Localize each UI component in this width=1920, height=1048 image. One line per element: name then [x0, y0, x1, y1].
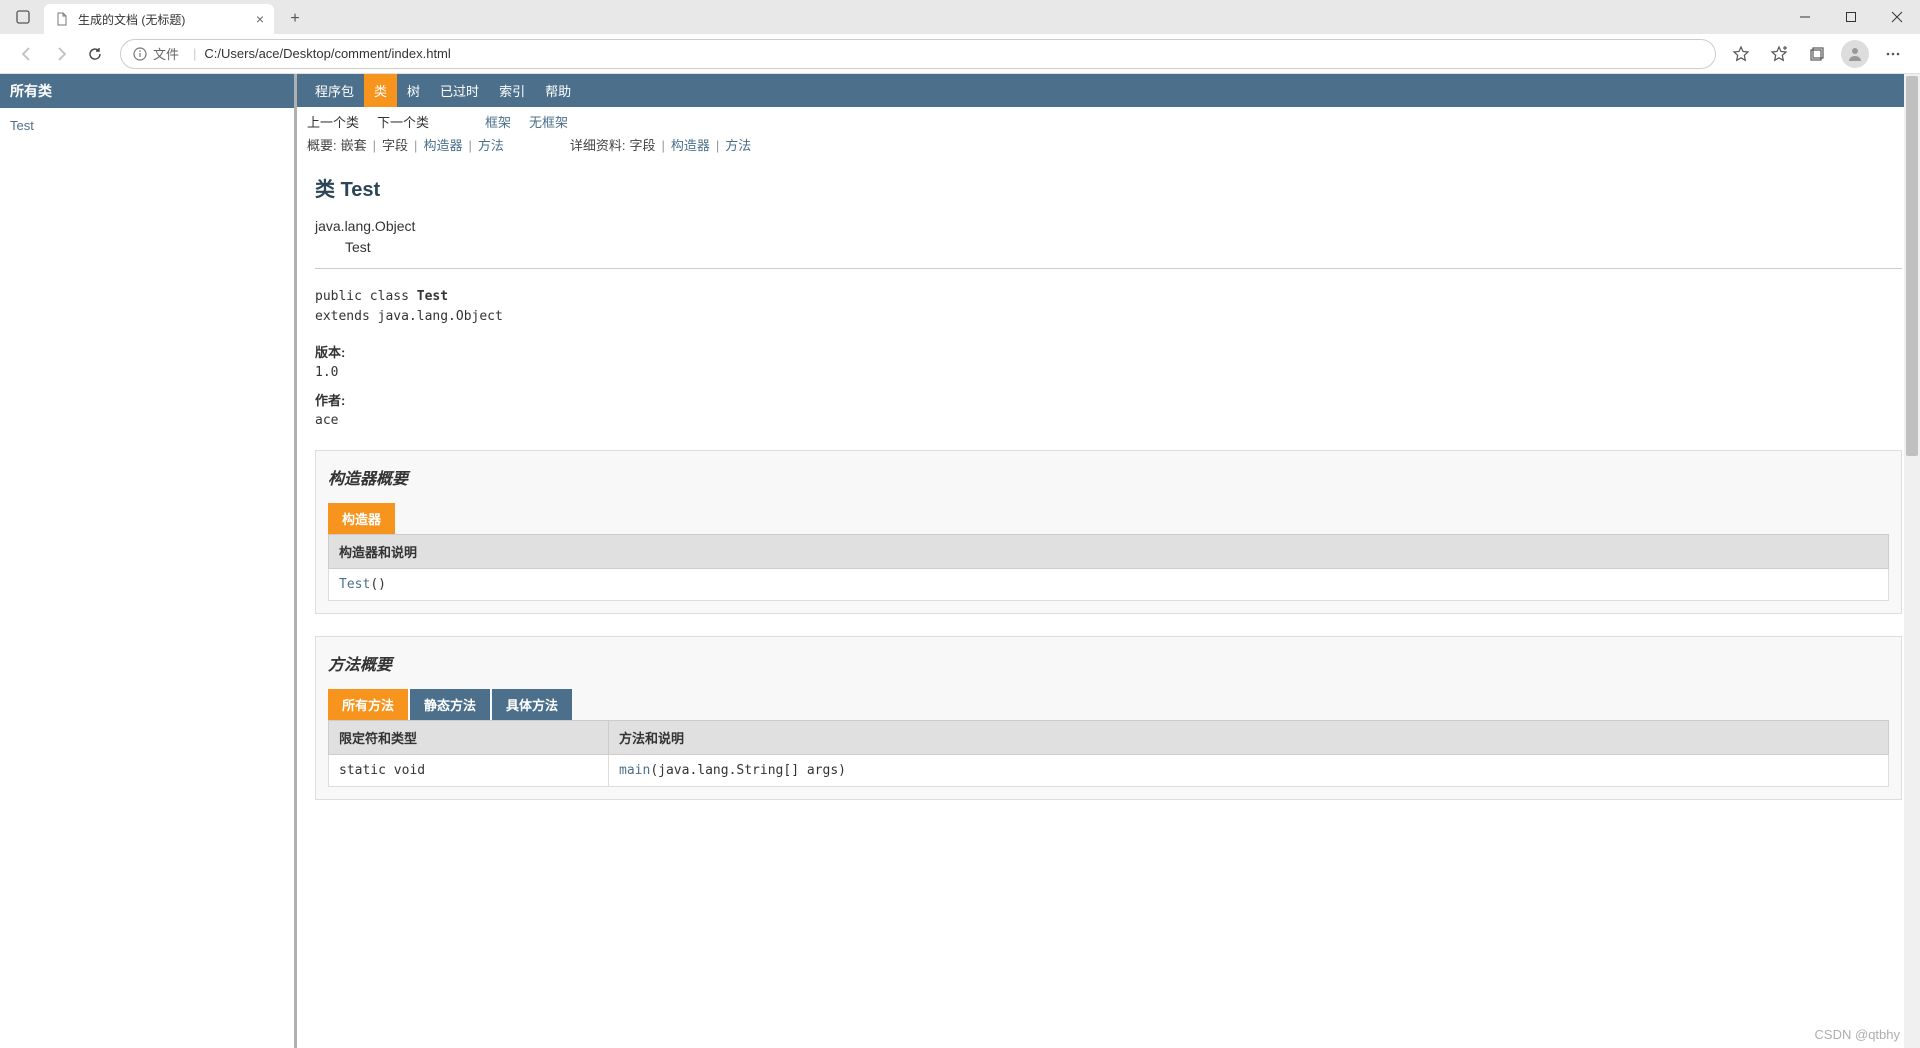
- all-classes-header: 所有类: [0, 74, 294, 108]
- detail-label: 详细资料:: [570, 135, 626, 154]
- class-heading: 类 Test: [315, 173, 1902, 202]
- next-class: 下一个类: [377, 112, 429, 131]
- detail-field: 字段: [629, 135, 655, 154]
- maximize-button[interactable]: [1828, 0, 1874, 34]
- method-tab-concrete[interactable]: 具体方法: [492, 689, 572, 720]
- summary-constr-link[interactable]: 构造器: [423, 135, 462, 154]
- sub-nav: 上一个类 下一个类 框架 无框架 概要: 嵌套| 字段| 构造器| 方法: [297, 107, 1920, 161]
- inheritance-self: Test: [315, 237, 1902, 258]
- constructor-summary-title: 构造器概要: [328, 465, 1889, 489]
- tab-title: 生成的文档 (无标题): [78, 11, 185, 28]
- table-row: Test(): [329, 569, 1889, 601]
- summary-nested: 嵌套: [341, 135, 367, 154]
- summary-field: 字段: [382, 135, 408, 154]
- prev-class: 上一个类: [307, 112, 359, 131]
- nav-index[interactable]: 索引: [489, 74, 535, 107]
- inheritance-parent: java.lang.Object: [315, 216, 1902, 237]
- constructor-summary: 构造器概要 构造器 构造器和说明 Test(): [315, 450, 1902, 614]
- address-bar: 文件 | C:/Users/ace/Desktop/comment/index.…: [0, 34, 1920, 74]
- site-info-icon[interactable]: [133, 47, 147, 61]
- constructor-table: 构造器和说明 Test(): [328, 534, 1889, 601]
- method-tab-static[interactable]: 静态方法: [410, 689, 490, 720]
- tab-strip: 生成的文档 (无标题) × +: [0, 0, 1920, 34]
- inheritance-tree: java.lang.Object Test: [315, 216, 1902, 258]
- new-tab-button[interactable]: +: [280, 4, 310, 34]
- back-button[interactable]: [10, 37, 44, 71]
- method-summary: 方法概要 所有方法 静态方法 具体方法 限定符和类型 方法和说明 static …: [315, 636, 1902, 800]
- version-label: 版本:: [315, 342, 1902, 361]
- tab-actions-button[interactable]: [6, 0, 40, 34]
- window-controls: [1782, 0, 1920, 34]
- reload-button[interactable]: [78, 37, 112, 71]
- all-classes-frame: 所有类 Test: [0, 74, 297, 1048]
- summary-label: 概要:: [307, 135, 337, 154]
- class-link-test[interactable]: Test: [10, 118, 284, 133]
- watermark: CSDN @qtbhy: [1815, 1027, 1900, 1042]
- nav-tree[interactable]: 树: [397, 74, 430, 107]
- scrollbar[interactable]: [1904, 74, 1920, 1048]
- frames-link[interactable]: 框架: [485, 112, 511, 131]
- constructor-col-header: 构造器和说明: [329, 535, 1889, 569]
- nav-help[interactable]: 帮助: [535, 74, 581, 107]
- close-window-button[interactable]: [1874, 0, 1920, 34]
- summary-method-link[interactable]: 方法: [478, 135, 504, 154]
- constructor-link[interactable]: Test: [339, 577, 370, 592]
- page-icon: [54, 11, 70, 27]
- browser-tab[interactable]: 生成的文档 (无标题) ×: [44, 4, 274, 34]
- nav-package[interactable]: 程序包: [305, 74, 364, 107]
- top-nav: 程序包 类 树 已过时 索引 帮助: [297, 74, 1920, 107]
- close-tab-button[interactable]: ×: [240, 11, 264, 27]
- detail-method-link[interactable]: 方法: [725, 135, 751, 154]
- url-separator: |: [193, 46, 196, 61]
- class-signature: public class Test extends java.lang.Obje…: [315, 287, 1902, 326]
- method-col2-header: 方法和说明: [609, 721, 1889, 755]
- author-value: ace: [315, 413, 1902, 428]
- divider: [315, 268, 1902, 269]
- method-modifier: static void: [329, 755, 609, 787]
- method-col1-header: 限定符和类型: [329, 721, 609, 755]
- method-tab-all[interactable]: 所有方法: [328, 689, 408, 720]
- profile-button[interactable]: [1838, 37, 1872, 71]
- menu-button[interactable]: [1876, 37, 1910, 71]
- noframes-link[interactable]: 无框架: [529, 112, 568, 131]
- author-label: 作者:: [315, 390, 1902, 409]
- nav-deprecated[interactable]: 已过时: [430, 74, 489, 107]
- url-text: C:/Users/ace/Desktop/comment/index.html: [204, 46, 450, 61]
- favorites-icon[interactable]: [1762, 37, 1796, 71]
- method-link[interactable]: main: [619, 763, 650, 778]
- method-table: 限定符和类型 方法和说明 static void main(java.lang.…: [328, 720, 1889, 787]
- url-scheme-label: 文件: [153, 44, 179, 63]
- nav-class[interactable]: 类: [364, 74, 397, 107]
- avatar-icon: [1841, 40, 1869, 68]
- scrollbar-thumb[interactable]: [1906, 76, 1918, 456]
- url-input[interactable]: 文件 | C:/Users/ace/Desktop/comment/index.…: [120, 39, 1716, 69]
- detail-constr-link[interactable]: 构造器: [671, 135, 710, 154]
- forward-button[interactable]: [44, 37, 78, 71]
- version-value: 1.0: [315, 365, 1902, 380]
- method-summary-title: 方法概要: [328, 651, 1889, 675]
- minimize-button[interactable]: [1782, 0, 1828, 34]
- constructor-tab: 构造器: [328, 503, 395, 534]
- table-row: static void main(java.lang.String[] args…: [329, 755, 1889, 787]
- collections-icon[interactable]: [1800, 37, 1834, 71]
- favorites-star-icon[interactable]: [1724, 37, 1758, 71]
- class-frame: 程序包 类 树 已过时 索引 帮助 上一个类 下一个类 框架 无框架 概要:: [297, 74, 1920, 1048]
